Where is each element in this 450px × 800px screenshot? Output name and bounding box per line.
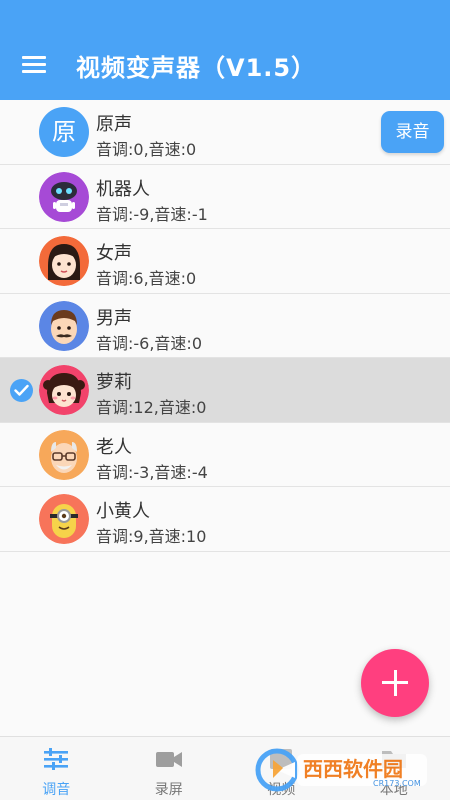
voice-params: 音调:9,音速:10: [96, 527, 207, 546]
nav-label: 录屏: [154, 782, 183, 798]
original-avatar-icon: 原: [39, 107, 89, 157]
voice-item-robot[interactable]: 机器人 音调:-9,音速:-1: [0, 164, 450, 229]
male-avatar-icon: [39, 300, 89, 351]
nav-label: 调音: [42, 782, 71, 798]
voice-name: 男声: [96, 307, 132, 329]
video-camera-icon: [155, 745, 183, 773]
nav-tab-tune[interactable]: 调音: [0, 737, 113, 800]
voice-item-female[interactable]: 女声 音调:6,音速:0: [0, 229, 450, 294]
record-button[interactable]: 录音: [381, 111, 444, 153]
voice-params: 音调:0,音速:0: [96, 140, 197, 159]
watermark-logo: 西西软件园 CR173.COM: [253, 748, 431, 792]
voice-params: 音调:6,音速:0: [96, 269, 197, 288]
voice-name: 萝莉: [96, 372, 132, 393]
watermark-subtext: CR173.COM: [373, 779, 421, 788]
add-button[interactable]: [361, 649, 429, 717]
voice-name: 小黄人: [96, 501, 150, 522]
nav-tab-screen-record[interactable]: 录屏: [113, 737, 226, 800]
loli-avatar-icon: [39, 365, 89, 415]
voice-list: 原 原声 音调:0,音速:0 录音 机器人 音调:-9,音速:-1 女声 音调:…: [0, 100, 450, 552]
female-avatar-icon: [39, 236, 89, 286]
voice-params: 音调:12,音速:0: [96, 398, 207, 417]
robot-avatar-icon: [39, 171, 89, 222]
voice-item-original[interactable]: 原 原声 音调:0,音速:0 录音: [0, 100, 450, 165]
voice-item-minion[interactable]: 小黄人 音调:9,音速:10: [0, 487, 450, 552]
app-bar: 视频变声器（V1.5）: [0, 0, 450, 100]
voice-item-elder[interactable]: 老人 音调:-3,音速:-4: [0, 422, 450, 487]
voice-params: 音调:-9,音速:-1: [96, 204, 208, 224]
watermark-text: 西西软件园: [303, 757, 403, 781]
menu-icon[interactable]: [22, 52, 48, 74]
app-title: 视频变声器（V1.5）: [76, 54, 317, 82]
tune-icon: [42, 745, 70, 773]
voice-name: 女声: [96, 243, 132, 264]
voice-item-loli[interactable]: 萝莉 音调:12,音速:0: [0, 358, 450, 423]
voice-params: 音调:-3,音速:-4: [96, 462, 208, 482]
voice-name: 原声: [96, 114, 132, 135]
avatar-char: 原: [52, 118, 76, 146]
voice-params: 音调:-6,音速:0: [96, 333, 203, 353]
elder-avatar-icon: [39, 429, 89, 480]
minion-avatar-icon: [39, 494, 89, 544]
voice-name: 机器人: [96, 178, 150, 200]
voice-name: 老人: [96, 436, 132, 458]
voice-item-male[interactable]: 男声 音调:-6,音速:0: [0, 293, 450, 358]
checkmark-icon: [10, 379, 33, 402]
